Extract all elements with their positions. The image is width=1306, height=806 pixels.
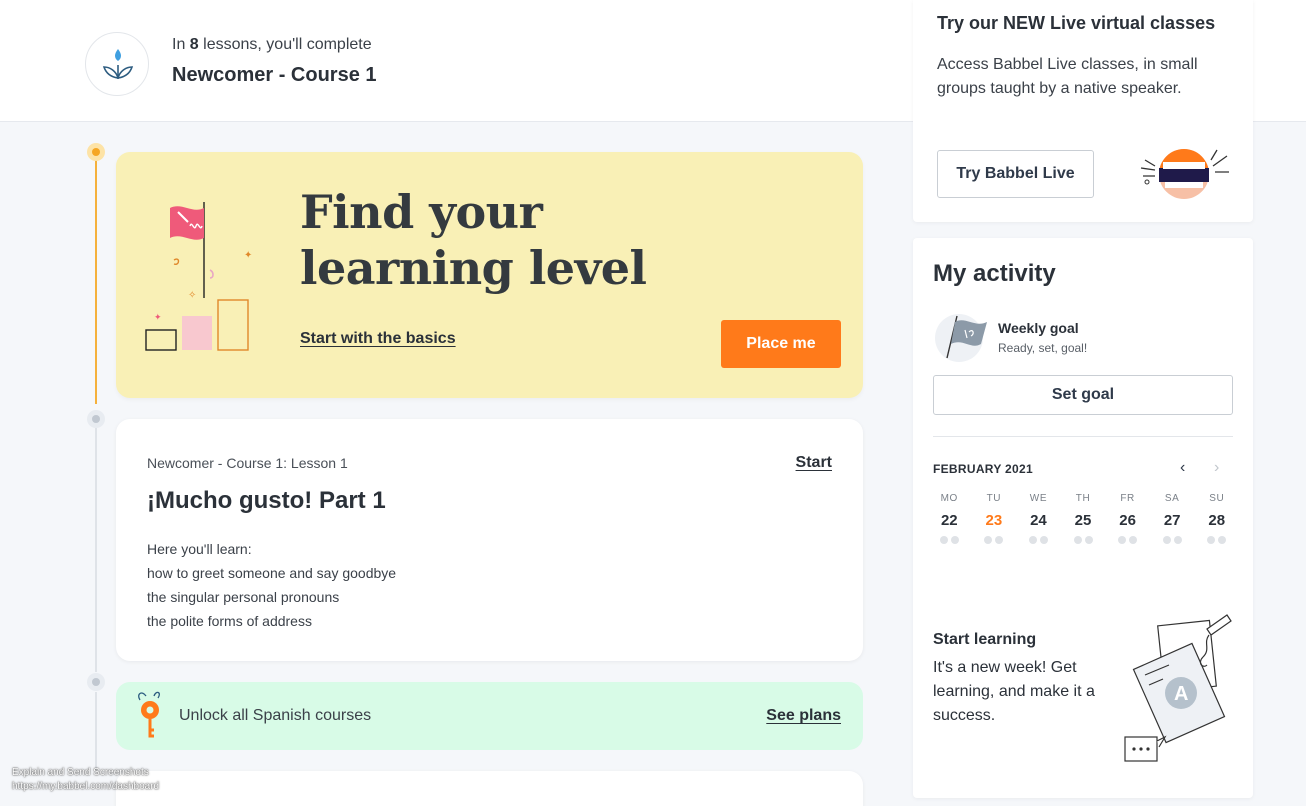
- set-goal-button[interactable]: Set goal: [933, 375, 1233, 415]
- timeline-dot-current: [87, 143, 105, 161]
- lessons-count-text: In 8 lessons, you'll complete: [172, 36, 372, 53]
- list-item: Here you'll learn:: [147, 541, 252, 557]
- weekly-goal-subtitle: Ready, set, goal!: [998, 341, 1088, 355]
- sprout-icon: [102, 49, 134, 79]
- lesson-title: ¡Mucho gusto! Part 1: [147, 487, 386, 514]
- overlay-url: https://my.babbel.com/dashboard: [12, 781, 160, 792]
- day-date: 22: [940, 512, 958, 529]
- see-plans-link[interactable]: See plans: [766, 707, 841, 725]
- calendar-week: MO 22 TU 23 WE 24 TH 25 FR 26 SA 27 SU 2…: [927, 493, 1239, 544]
- day-progress-dots: [1105, 536, 1150, 544]
- svg-text:✧: ✧: [188, 290, 196, 301]
- day-progress-dots: [1061, 536, 1106, 544]
- calendar-day-today: TU 23: [972, 493, 1017, 544]
- list-item: the singular personal pronouns: [147, 589, 340, 605]
- day-of-week: FR: [1120, 493, 1135, 504]
- day-date-today: 23: [985, 512, 1003, 529]
- calendar-day: SA 27: [1150, 493, 1195, 544]
- live-description: Access Babbel Live classes, in small gro…: [937, 56, 1198, 97]
- day-progress-dots: [1150, 536, 1195, 544]
- svg-text:✦: ✦: [244, 250, 252, 261]
- key-icon: [138, 691, 160, 738]
- activity-title: My activity: [933, 260, 1056, 287]
- find-level-card: ✦ ✧ ✦ Find your learning level Start wit…: [116, 152, 863, 398]
- svg-text:✦: ✦: [154, 312, 162, 322]
- paper-pencil-illustration: A: [1124, 614, 1232, 762]
- lesson-start-link[interactable]: Start: [796, 454, 832, 472]
- svg-text:A: A: [1174, 683, 1188, 705]
- course-logo: [85, 32, 149, 96]
- calendar-day: MO 22: [927, 493, 972, 544]
- day-of-week: TU: [986, 493, 1002, 504]
- day-of-week: WE: [1029, 493, 1048, 504]
- course-title: Newcomer - Course 1: [172, 64, 377, 86]
- weekly-goal-title: Weekly goal: [998, 320, 1079, 336]
- calendar-day: TH 25: [1061, 493, 1106, 544]
- start-with-basics-link[interactable]: Start with the basics: [300, 330, 456, 348]
- timeline-dot: [87, 673, 105, 691]
- goal-flag-icon: [935, 314, 987, 362]
- screenshot-tool-overlay: Explain and Send Screenshots https://my.…: [12, 766, 159, 794]
- mouth-illustration: [1140, 149, 1229, 199]
- find-level-title: Find your learning level: [300, 185, 647, 295]
- unlock-text: Unlock all Spanish courses: [179, 707, 372, 724]
- day-progress-dots: [972, 536, 1017, 544]
- day-of-week: TH: [1075, 493, 1091, 504]
- divider: [933, 436, 1233, 437]
- place-me-button[interactable]: Place me: [721, 320, 841, 368]
- calendar-day: WE 24: [1016, 493, 1061, 544]
- calendar-month: FEBRUARY 2021: [933, 462, 1033, 476]
- timeline-line: [95, 692, 97, 772]
- lesson-learn-list: Here you'll learn: how to greet someone …: [147, 537, 396, 633]
- list-item: the polite forms of address: [147, 613, 312, 629]
- try-babbel-live-button[interactable]: Try Babbel Live: [937, 150, 1094, 198]
- timeline-dot: [87, 410, 105, 428]
- day-date: 28: [1208, 512, 1226, 529]
- day-of-week: SA: [1164, 493, 1180, 504]
- day-progress-dots: [1194, 536, 1239, 544]
- day-date: 27: [1163, 512, 1181, 529]
- lesson-card[interactable]: Newcomer - Course 1: Lesson 1 Start ¡Muc…: [116, 419, 863, 661]
- timeline-line: [95, 428, 97, 672]
- live-title: Try our NEW Live virtual classes: [937, 13, 1216, 33]
- calendar-day: FR 26: [1105, 493, 1150, 544]
- start-learning-title: Start learning: [933, 631, 1037, 648]
- start-learning-description: It's a new week! Get learning, and make …: [933, 659, 1095, 724]
- day-of-week: MO: [940, 493, 958, 504]
- day-progress-dots: [1016, 536, 1061, 544]
- overlay-line: Explain and Send Screenshots: [12, 767, 149, 778]
- flag-podium-illustration: ✦ ✧ ✦: [145, 202, 252, 351]
- next-lesson-card[interactable]: [116, 771, 863, 806]
- live-classes-card: Try our NEW Live virtual classes Access …: [913, 0, 1253, 222]
- unlock-courses-banner: Unlock all Spanish courses See plans: [116, 682, 863, 750]
- my-activity-card: My activity Weekly goal Ready, set, goal…: [913, 238, 1253, 798]
- day-date: 24: [1030, 512, 1047, 529]
- chevron-left-icon[interactable]: ‹: [1180, 459, 1185, 477]
- day-progress-dots: [927, 536, 972, 544]
- chevron-right-icon[interactable]: ›: [1214, 459, 1219, 477]
- day-date: 26: [1119, 512, 1136, 529]
- lesson-kicker: Newcomer - Course 1: Lesson 1: [147, 455, 348, 471]
- day-date: 25: [1074, 512, 1092, 529]
- calendar-day: SU 28: [1194, 493, 1239, 544]
- timeline-line-active: [95, 160, 97, 404]
- day-of-week: SU: [1209, 493, 1225, 504]
- list-item: how to greet someone and say goodbye: [147, 565, 397, 581]
